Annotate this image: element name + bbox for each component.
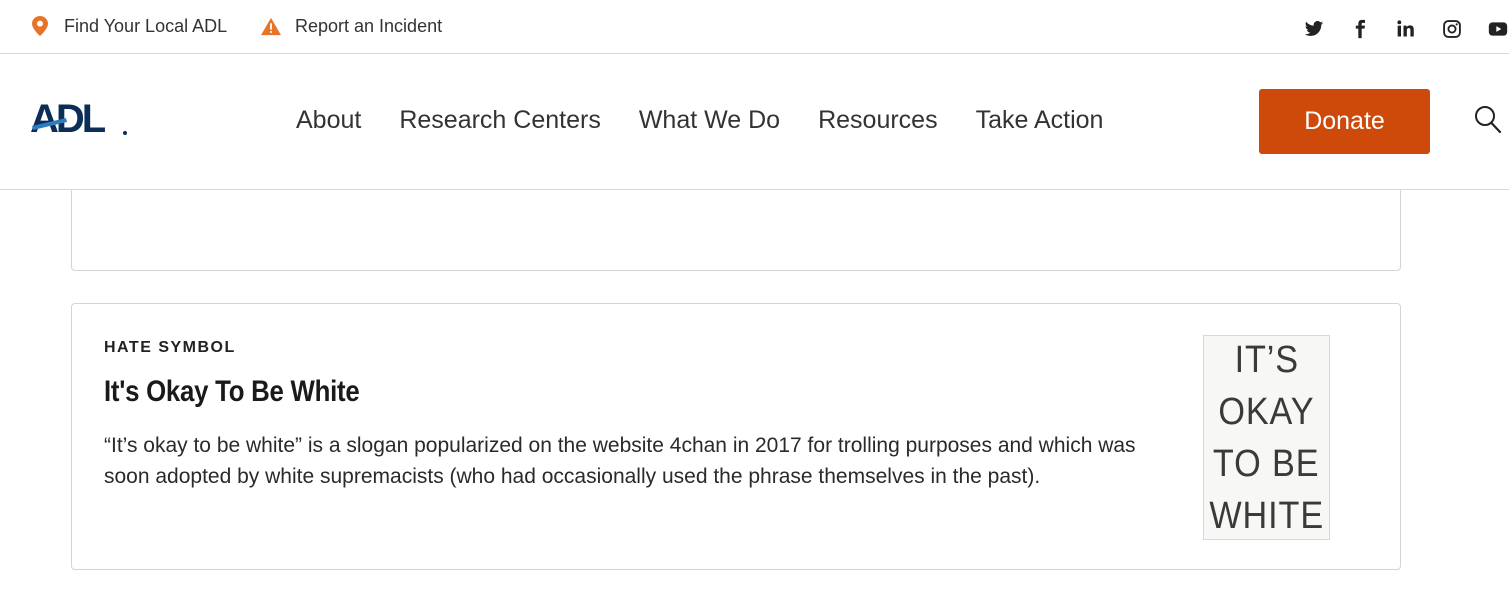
nav-item-about[interactable]: About <box>296 106 361 135</box>
hate-symbol-card[interactable]: HATE SYMBOL It's Okay To Be White “It’s … <box>71 303 1401 570</box>
logo-text: ADL <box>30 98 106 138</box>
linkedin-icon[interactable] <box>1395 18 1417 40</box>
symbol-thumbnail[interactable]: IT’S OKAY TO BE WHITE <box>1203 335 1330 540</box>
nav-item-take-action[interactable]: Take Action <box>976 106 1104 135</box>
social-links <box>1279 18 1509 40</box>
card-category: HATE SYMBOL <box>104 339 236 356</box>
youtube-icon[interactable] <box>1487 18 1509 40</box>
thumbnail-line: IT’S <box>1234 338 1299 381</box>
donate-button[interactable]: Donate <box>1259 89 1430 154</box>
search-icon[interactable] <box>1474 105 1502 135</box>
nav-item-what-we-do[interactable]: What We Do <box>639 106 780 135</box>
nav-item-research-centers[interactable]: Research Centers <box>399 106 600 135</box>
report-incident-label: Report an Incident <box>295 15 443 36</box>
card-description: “It’s okay to be white” is a slogan popu… <box>104 434 1136 488</box>
find-local-adl-link[interactable]: Find Your Local ADL <box>30 15 227 37</box>
facebook-icon[interactable] <box>1349 18 1371 40</box>
thumbnail-line: OKAY <box>1218 390 1315 433</box>
card-title[interactable]: It's Okay To Be White <box>104 375 360 409</box>
instagram-icon[interactable] <box>1441 18 1463 40</box>
main-nav: ADL About Research Centers What We Do Re… <box>0 54 1509 190</box>
adl-logo[interactable]: ADL <box>30 97 130 141</box>
find-local-adl-label: Find Your Local ADL <box>64 15 228 36</box>
primary-menu: About Research Centers What We Do Resour… <box>296 106 1141 135</box>
report-incident-link[interactable]: Report an Incident <box>261 15 442 37</box>
thumbnail-line: WHITE <box>1209 494 1324 537</box>
utility-bar: Find Your Local ADL Report an Incident <box>0 0 1509 54</box>
location-pin-icon <box>30 15 50 37</box>
warning-icon <box>261 15 281 37</box>
twitter-icon[interactable] <box>1303 18 1325 40</box>
nav-item-resources[interactable]: Resources <box>818 106 938 135</box>
thumbnail-line: TO BE <box>1213 442 1320 485</box>
